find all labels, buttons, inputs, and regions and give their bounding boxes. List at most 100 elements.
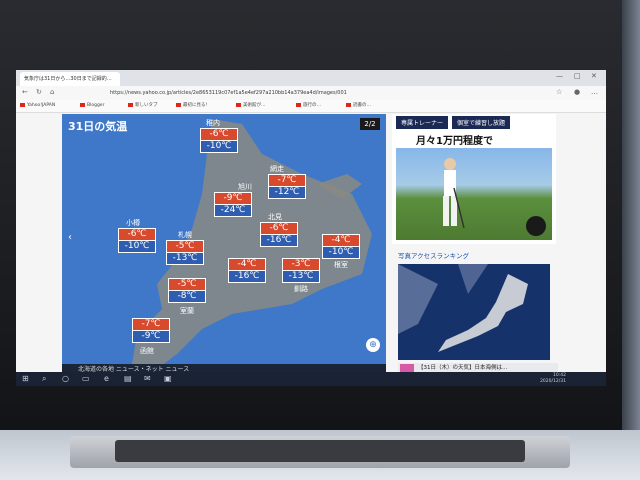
temp-box: -4℃ -10℃	[322, 234, 360, 259]
taskbar: ⊞ ⌕ ○ ▭ e ▤ ✉ ▣ 10:42 2020/12/31	[16, 372, 606, 386]
bookmark-icon	[20, 102, 25, 107]
bookmark-icon	[128, 102, 133, 107]
temp-box: -7℃ -9℃	[132, 318, 170, 343]
ad-labels: 専属トレーナー 個室で練習し放題	[396, 116, 514, 129]
prev-arrow-icon[interactable]: ‹	[68, 232, 72, 243]
low-temp: -10℃	[323, 246, 359, 258]
low-temp: -9℃	[133, 330, 169, 342]
low-temp: -10℃	[119, 240, 155, 252]
favorites-icon[interactable]: ☆	[556, 88, 562, 96]
city-label: 室蘭	[180, 307, 194, 315]
low-temp: -8℃	[169, 290, 205, 302]
menu-icon[interactable]: …	[591, 88, 598, 96]
bookmark-icon	[176, 102, 181, 107]
temp-box: -5℃ -13℃	[166, 240, 204, 265]
laptop-hinge-gap	[115, 440, 525, 462]
search-icon[interactable]: ⌕	[42, 374, 46, 384]
close-icon[interactable]: ✕	[591, 72, 597, 80]
low-temp: -13℃	[167, 252, 203, 264]
high-temp: -5℃	[167, 241, 203, 252]
temp-box: -6℃ -10℃	[200, 128, 238, 153]
address-bar: ← ↻ ⌂ https://news.yahoo.co.jp/articles/…	[16, 86, 606, 101]
ad-label: 専属トレーナー	[396, 116, 449, 129]
laptop-screen: 気象庁は31日から…30日まで記録的… — □ ✕ ← ↻ ⌂ https://…	[16, 70, 606, 386]
temp-box: -6℃ -10℃	[118, 228, 156, 253]
background-object	[622, 0, 640, 430]
bookmark-icon	[296, 102, 301, 107]
ad-label: 個室で練習し放題	[452, 116, 511, 129]
temp-box: -3℃ -13℃	[282, 258, 320, 283]
bookmark-item[interactable]: 最初に見る!	[176, 101, 207, 111]
city-label: 網走	[270, 165, 284, 173]
bookmark-item[interactable]: 読書の…	[346, 101, 371, 111]
high-temp: -3℃	[283, 259, 319, 270]
profile-icon[interactable]: ●	[574, 88, 580, 96]
high-temp: -7℃	[133, 319, 169, 330]
city-label: 釧路	[294, 285, 308, 293]
ranking-title[interactable]: 写真アクセスランキング	[398, 250, 469, 260]
bookmark-icon	[80, 102, 85, 107]
city-label: 函館	[140, 347, 154, 355]
bookmark-icon	[346, 102, 351, 107]
golf-ad[interactable]: 専属トレーナー 個室で練習し放題 月々1万円程度で	[392, 114, 556, 244]
weather-map[interactable]: 31日の気温 2/2 ‹ 稚内 -6℃ -10℃ 網走 -7℃ -12℃ 旭川 …	[62, 114, 386, 376]
browser-tab[interactable]: 気象庁は31日から…30日まで記録的…	[20, 72, 120, 86]
bookmark-item[interactable]: 美術館が…	[236, 101, 266, 111]
ranking-thumbnail[interactable]	[398, 264, 550, 360]
city-label: 札幌	[178, 231, 192, 239]
golf-photo	[396, 148, 552, 240]
low-temp: -12℃	[269, 186, 305, 198]
temp-box: -4℃ -16℃	[228, 258, 266, 283]
temp-box: -6℃ -16℃	[260, 222, 298, 247]
temp-box: -7℃ -12℃	[268, 174, 306, 199]
city-label: 根室	[334, 261, 348, 269]
low-temp: -16℃	[229, 270, 265, 282]
high-temp: -6℃	[119, 229, 155, 240]
tab-bar: 気象庁は31日から…30日まで記録的… — □ ✕	[16, 70, 606, 86]
url-field[interactable]: https://news.yahoo.co.jp/articles/2e8653…	[110, 88, 410, 98]
task-view-icon[interactable]: ○	[62, 374, 69, 383]
bookmark-icon	[236, 102, 241, 107]
low-temp: -10℃	[201, 140, 237, 152]
city-label: 小樽	[126, 219, 140, 227]
system-clock[interactable]: 10:42 2020/12/31	[540, 373, 566, 385]
bookmark-item[interactable]: 新しいタブ	[128, 101, 158, 111]
golfer-figure	[443, 158, 546, 236]
temp-box: -9℃ -24℃	[214, 192, 252, 217]
city-label: 稚内	[206, 119, 220, 127]
high-temp: -5℃	[169, 279, 205, 290]
low-temp: -24℃	[215, 204, 251, 216]
low-temp: -13℃	[283, 270, 319, 282]
edge-icon[interactable]: e	[104, 374, 109, 383]
high-temp: -6℃	[261, 223, 297, 234]
ad-price: 月々1万円程度で	[416, 136, 493, 147]
map-title: 31日の気温	[68, 120, 128, 133]
store-icon[interactable]: ▣	[164, 374, 172, 383]
high-temp: -4℃	[229, 259, 265, 270]
bookmark-item[interactable]: Yahoo!JAPAN	[20, 101, 55, 111]
news-badge-icon	[400, 364, 414, 372]
high-temp: -9℃	[215, 193, 251, 204]
refresh-icon[interactable]: ↻	[36, 88, 42, 96]
bookmarks-bar: Yahoo!JAPAN Blogger 新しいタブ 最初に見る! 美術館が… 旅…	[16, 100, 606, 113]
minimize-icon[interactable]: —	[556, 72, 563, 80]
bookmark-item[interactable]: 旅行の…	[296, 101, 321, 111]
back-icon[interactable]: ←	[22, 88, 28, 96]
japan-map-icon	[398, 264, 528, 352]
bookmark-item[interactable]: Blogger	[80, 101, 104, 111]
task-switch-icon[interactable]: ▭	[82, 374, 90, 383]
city-label: 北見	[268, 213, 282, 221]
zoom-icon[interactable]: ⊕	[366, 338, 380, 352]
page-indicator: 2/2	[360, 118, 380, 130]
mail-icon[interactable]: ✉	[144, 374, 151, 383]
high-temp: -4℃	[323, 235, 359, 246]
windows-start-icon[interactable]: ⊞	[22, 374, 29, 383]
high-temp: -7℃	[269, 175, 305, 186]
high-temp: -6℃	[201, 129, 237, 140]
temp-box: -5℃ -8℃	[168, 278, 206, 303]
home-icon[interactable]: ⌂	[50, 88, 54, 96]
city-label: 旭川	[238, 183, 252, 191]
maximize-icon[interactable]: □	[574, 72, 581, 80]
low-temp: -16℃	[261, 234, 297, 246]
folder-icon[interactable]: ▤	[124, 374, 132, 383]
